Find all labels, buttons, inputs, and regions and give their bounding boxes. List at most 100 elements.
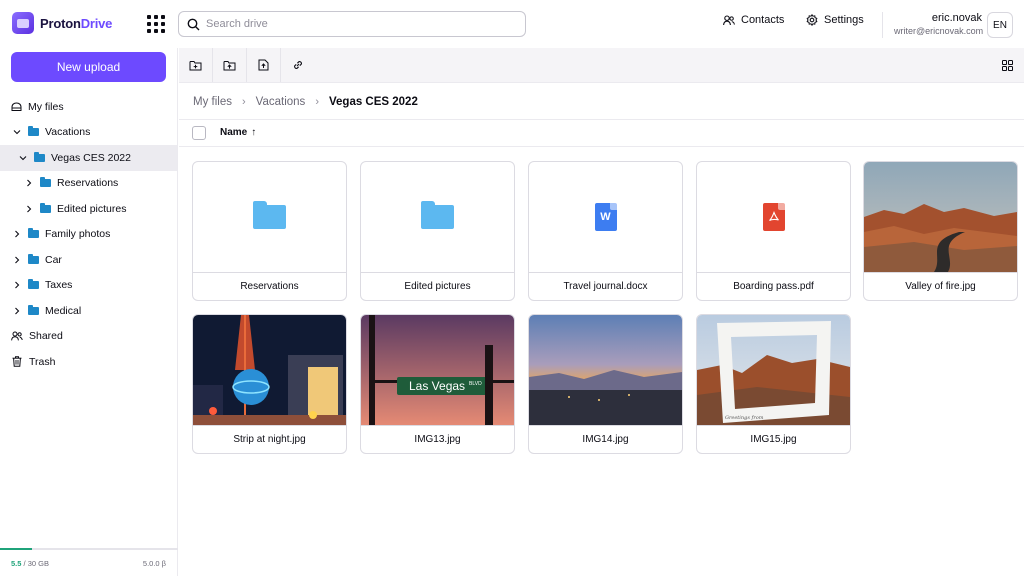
sort-arrow-icon: ↑	[251, 127, 257, 138]
chevron-right-icon: ›	[241, 96, 246, 108]
sidebar-item-label: Edited pictures	[57, 202, 127, 215]
new-folder-button[interactable]	[179, 48, 213, 82]
sort-by-name-button[interactable]: Name ↑	[220, 127, 256, 138]
folder-tree: My files Vacations Vegas CES 2022 Reserv…	[0, 94, 177, 375]
grid-item-image[interactable]: Valley of fire.jpg	[863, 161, 1018, 301]
users-icon	[11, 331, 23, 341]
sidebar-item-car[interactable]: Car	[0, 247, 177, 273]
sidebar-item-label: Taxes	[45, 279, 73, 292]
sidebar: New upload My files Vacations Vegas CES …	[0, 48, 178, 576]
sidebar-item-taxes[interactable]: Taxes	[0, 273, 177, 299]
sidebar-item-vacations[interactable]: Vacations	[0, 120, 177, 146]
contacts-button[interactable]: Contacts	[723, 14, 784, 26]
item-name: Strip at night.jpg	[193, 425, 346, 453]
strip-at-night-photo	[193, 315, 346, 425]
chevron-right-icon[interactable]	[13, 281, 21, 289]
chevron-right-icon[interactable]	[13, 230, 21, 238]
breadcrumb-my-files[interactable]: My files	[193, 96, 232, 108]
storage-usage: 5.5 / 30 GB	[11, 559, 49, 568]
layout-toggle-button[interactable]	[990, 48, 1024, 82]
drive-logo-icon	[12, 12, 34, 34]
folder-thumbnail	[193, 162, 346, 272]
grid-item-image[interactable]: Las Vegas BLVD IMG13.jpg	[360, 314, 515, 454]
las-vegas-sign-photo: Las Vegas BLVD	[361, 315, 514, 425]
sidebar-item-my-files[interactable]: My files	[0, 94, 177, 120]
chevron-right-icon[interactable]	[25, 205, 33, 213]
sidebar-item-label: Car	[45, 253, 62, 266]
grid-item-folder[interactable]: Reservations	[192, 161, 347, 301]
item-name: IMG14.jpg	[529, 425, 682, 453]
search-input[interactable]	[206, 18, 506, 30]
user-menu[interactable]: eric.novak writer@ericnovak.com	[894, 12, 984, 36]
grid-item-image[interactable]: Greetings from IMG15.jpg	[696, 314, 851, 454]
street-sign-suffix: BLVD	[469, 381, 482, 387]
chevron-down-icon[interactable]	[19, 154, 27, 162]
chevron-right-icon[interactable]	[13, 307, 21, 315]
picture-frame-desert-photo: Greetings from	[697, 315, 850, 425]
upload-file-button[interactable]	[247, 48, 281, 82]
chevron-right-icon[interactable]	[13, 256, 21, 264]
image-thumbnail: Las Vegas BLVD	[361, 315, 514, 425]
apps-grid-icon[interactable]	[147, 15, 165, 33]
sidebar-item-medical[interactable]: Medical	[0, 298, 177, 324]
pdf-icon	[762, 203, 785, 231]
sidebar-item-family-photos[interactable]: Family photos	[0, 222, 177, 248]
sidebar-item-label: Vacations	[45, 126, 91, 139]
grid-item-document[interactable]: W Travel journal.docx	[528, 161, 683, 301]
new-upload-button[interactable]: New upload	[11, 52, 166, 82]
proton-drive-logo[interactable]: ProtonDrive	[12, 12, 112, 34]
settings-button[interactable]: Settings	[806, 14, 864, 26]
search-box[interactable]	[178, 11, 526, 37]
sidebar-item-label: Trash	[29, 355, 56, 368]
sidebar-item-edited-pictures[interactable]: Edited pictures	[0, 196, 177, 222]
chevron-right-icon[interactable]	[25, 179, 33, 187]
new-folder-icon	[189, 60, 202, 70]
list-header: Name ↑	[179, 119, 1024, 147]
sidebar-item-label: Family photos	[45, 228, 111, 241]
folder-icon	[28, 253, 39, 264]
user-email: writer@ericnovak.com	[894, 26, 984, 36]
sidebar-item-vegas-ces-2022[interactable]: Vegas CES 2022	[0, 145, 177, 171]
upload-folder-button[interactable]	[213, 48, 247, 82]
folder-icon	[28, 228, 39, 239]
image-thumbnail: Greetings from	[697, 315, 850, 425]
pdf-thumbnail	[697, 162, 850, 272]
sidebar-item-label: Medical	[45, 304, 82, 317]
image-thumbnail	[529, 315, 682, 425]
app-name: ProtonDrive	[40, 15, 113, 31]
folder-icon	[34, 151, 45, 162]
chevron-right-icon: ›	[315, 96, 319, 108]
item-name: Boarding pass.pdf	[697, 272, 850, 300]
item-name: IMG13.jpg	[361, 425, 514, 453]
image-thumbnail	[193, 315, 346, 425]
sidebar-item-reservations[interactable]: Reservations	[0, 171, 177, 197]
sidebar-item-label: Vegas CES 2022	[51, 151, 131, 164]
language-button[interactable]: EN	[987, 12, 1013, 38]
frame-caption-text: Greetings from	[725, 415, 764, 421]
grid-item-image[interactable]: IMG14.jpg	[528, 314, 683, 454]
sidebar-item-shared[interactable]: Shared	[0, 324, 177, 350]
grid-item-folder[interactable]: Edited pictures	[360, 161, 515, 301]
share-link-button[interactable]	[281, 48, 315, 82]
sidebar-item-trash[interactable]: Trash	[0, 349, 177, 375]
folder-icon	[40, 202, 51, 213]
grid-item-image[interactable]: Strip at night.jpg	[192, 314, 347, 454]
select-all-checkbox[interactable]	[192, 126, 206, 140]
sidebar-item-label: Shared	[29, 330, 63, 343]
search-icon	[187, 18, 200, 30]
folder-thumbnail	[361, 162, 514, 272]
chevron-down-icon[interactable]	[13, 128, 21, 136]
upload-file-icon	[258, 59, 269, 71]
item-name: Travel journal.docx	[529, 272, 682, 300]
image-thumbnail	[864, 162, 1017, 272]
document-thumbnail: W	[529, 162, 682, 272]
grid-item-pdf[interactable]: Boarding pass.pdf	[696, 161, 851, 301]
breadcrumb-vacations[interactable]: Vacations	[256, 96, 306, 108]
user-name: eric.novak	[931, 12, 982, 24]
storage-indicator: 5.5 / 30 GB 5.0.0 β	[0, 548, 178, 576]
item-name: IMG15.jpg	[697, 425, 850, 453]
breadcrumb-current[interactable]: Vegas CES 2022	[329, 96, 418, 108]
storage-progress-bar	[0, 548, 33, 550]
folder-icon	[28, 126, 39, 137]
folder-icon	[421, 201, 454, 229]
